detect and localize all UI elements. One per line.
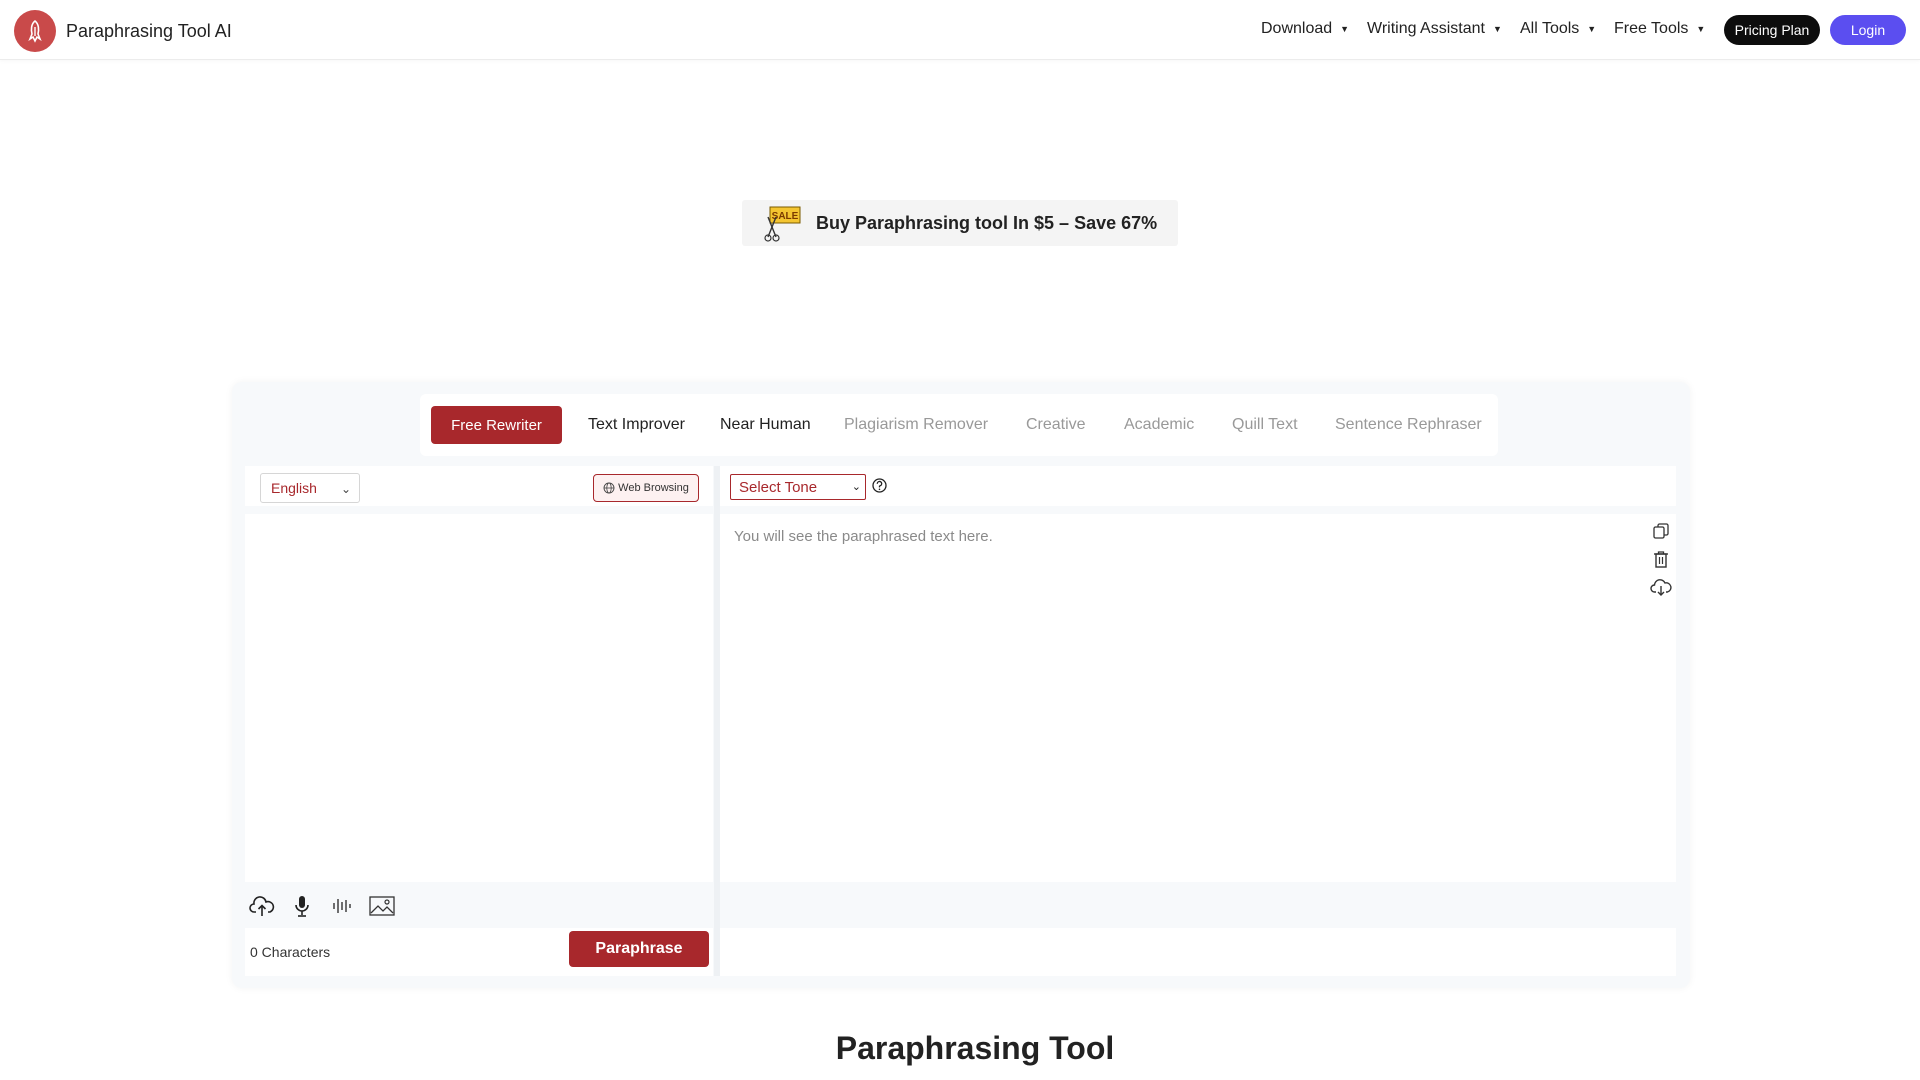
globe-icon bbox=[603, 482, 615, 494]
tone-select-value: Select Tone bbox=[739, 478, 818, 496]
download-icon[interactable] bbox=[1650, 576, 1672, 598]
image-icon[interactable] bbox=[369, 893, 395, 919]
nav-all-tools[interactable]: All Tools ▼ bbox=[1520, 20, 1596, 38]
tab-quill-text[interactable]: Quill Text bbox=[1232, 416, 1298, 434]
tone-select[interactable]: Select Tone ⌄ bbox=[730, 474, 866, 500]
nav-download[interactable]: Download ▼ bbox=[1261, 20, 1349, 38]
input-tools bbox=[245, 888, 713, 924]
output-footer bbox=[720, 928, 1676, 976]
nav-free-tools[interactable]: Free Tools ▼ bbox=[1614, 20, 1705, 38]
tab-text-improver[interactable]: Text Improver bbox=[588, 416, 685, 434]
upload-cloud-icon[interactable] bbox=[249, 893, 275, 919]
copy-icon[interactable] bbox=[1650, 520, 1672, 542]
svg-text:SALE: SALE bbox=[772, 211, 799, 222]
help-icon[interactable] bbox=[872, 478, 887, 493]
tab-creative[interactable]: Creative bbox=[1026, 416, 1086, 434]
top-navbar: Paraphrasing Tool AI Download ▼ Writing … bbox=[0, 0, 1920, 60]
microphone-icon[interactable] bbox=[289, 893, 315, 919]
nav-writing-assistant[interactable]: Writing Assistant ▼ bbox=[1367, 20, 1502, 38]
caret-down-icon: ▼ bbox=[1492, 24, 1502, 34]
caret-down-icon: ▼ bbox=[1696, 24, 1706, 34]
character-count: 0 Characters bbox=[250, 944, 331, 960]
chevron-down-icon: ⌄ bbox=[851, 481, 861, 493]
chevron-down-icon: ⌄ bbox=[340, 482, 351, 496]
pricing-plan-button[interactable]: Pricing Plan bbox=[1724, 15, 1820, 45]
tab-free-rewriter[interactable]: Free Rewriter bbox=[431, 406, 562, 444]
caret-down-icon: ▼ bbox=[1340, 24, 1350, 34]
nav-all-tools-label: All Tools bbox=[1520, 20, 1580, 37]
promo-text: Buy Paraphrasing tool In $5 – Save 67% bbox=[816, 212, 1158, 233]
tab-plagiarism-remover[interactable]: Plagiarism Remover bbox=[844, 416, 988, 434]
output-toolbar: Select Tone ⌄ bbox=[720, 466, 1676, 506]
input-toolbar: English ⌄ Web Browsing bbox=[245, 466, 713, 506]
sale-tag-icon: SALE bbox=[762, 203, 802, 243]
output-area: You will see the paraphrased text here. bbox=[720, 514, 1676, 882]
tab-sentence-rephraser[interactable]: Sentence Rephraser bbox=[1335, 416, 1482, 434]
brand-logo-icon bbox=[14, 10, 56, 52]
page-title: Paraphrasing Tool bbox=[835, 1030, 1115, 1066]
brand[interactable]: Paraphrasing Tool AI bbox=[14, 10, 232, 52]
input-footer: 0 Characters Paraphrase bbox=[245, 928, 713, 976]
nav-free-tools-label: Free Tools bbox=[1614, 20, 1689, 37]
promo-banner[interactable]: SALE Buy Paraphrasing tool In $5 – Save … bbox=[742, 200, 1178, 246]
output-placeholder: You will see the paraphrased text here. bbox=[734, 528, 993, 545]
tab-near-human[interactable]: Near Human bbox=[720, 416, 811, 434]
output-actions bbox=[1650, 520, 1674, 604]
caret-down-icon: ▼ bbox=[1587, 24, 1597, 34]
language-select[interactable]: English ⌄ bbox=[260, 473, 360, 503]
audio-wave-icon[interactable] bbox=[329, 893, 355, 919]
nav-writing-assistant-label: Writing Assistant bbox=[1367, 20, 1485, 37]
login-button[interactable]: Login bbox=[1830, 15, 1906, 45]
web-browsing-label: Web Browsing bbox=[618, 482, 689, 494]
language-select-value: English bbox=[271, 480, 317, 496]
trash-icon[interactable] bbox=[1650, 548, 1672, 570]
brand-name: Paraphrasing Tool AI bbox=[66, 20, 232, 41]
input-textarea[interactable] bbox=[245, 514, 713, 882]
tab-academic[interactable]: Academic bbox=[1124, 416, 1194, 434]
web-browsing-button[interactable]: Web Browsing bbox=[593, 474, 699, 502]
paraphrase-button[interactable]: Paraphrase bbox=[569, 931, 709, 967]
nav-download-label: Download bbox=[1261, 20, 1333, 37]
mode-tabs: Free Rewriter Text Improver Near Human P… bbox=[420, 394, 1498, 456]
